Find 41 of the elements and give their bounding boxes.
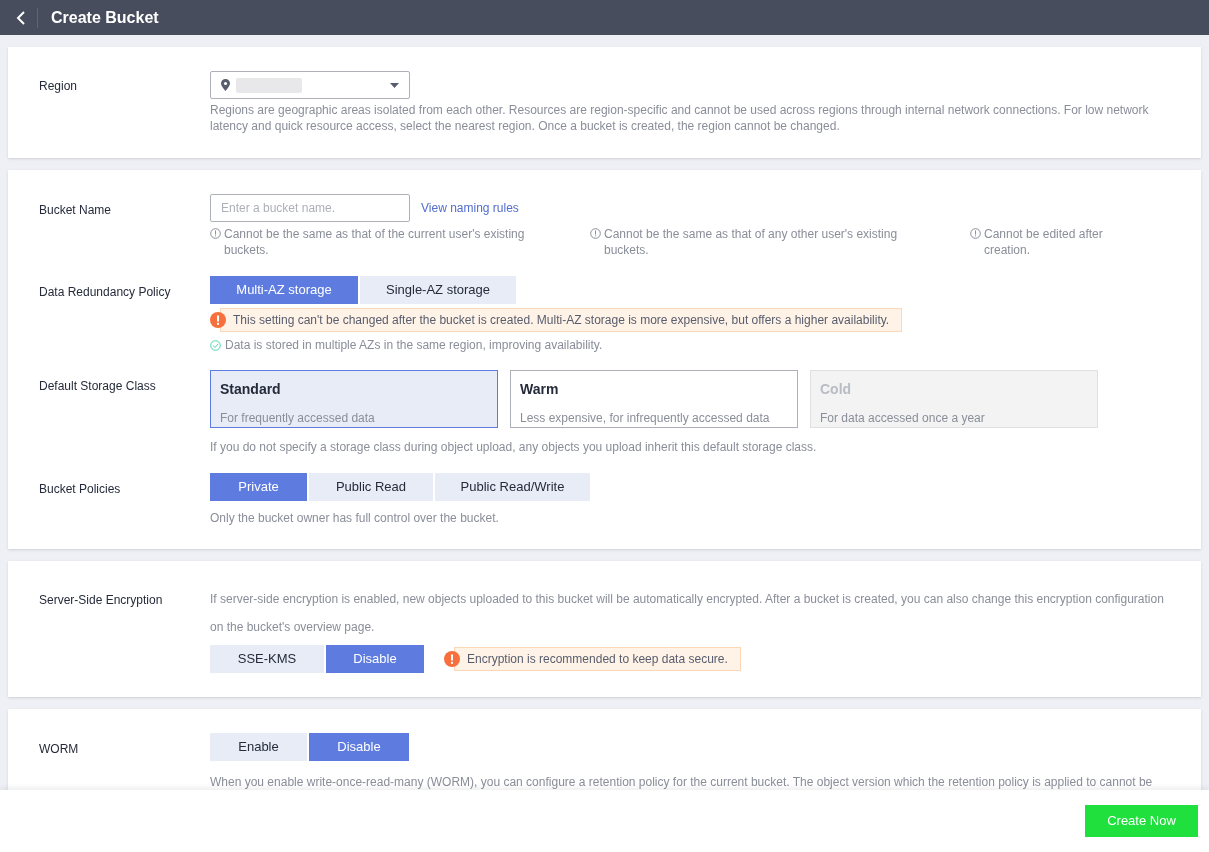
storage-class-card[interactable]: Standard For frequently accessed data — [210, 370, 498, 428]
option-tab[interactable]: Public Read — [309, 473, 433, 501]
info-icon — [590, 228, 601, 239]
field-label: Data Redundancy Policy — [39, 285, 171, 299]
field-label: Default Storage Class — [39, 379, 156, 393]
option-tab[interactable]: Private — [210, 473, 307, 501]
redundancy-note: Data is stored in multiple AZs in the same region, improving availability. — [225, 337, 603, 354]
warning-message: This setting can't be changed after the bucket is created. Multi-AZ storage is more expensive, but offers a higher availability. — [220, 308, 903, 332]
option-tab[interactable]: Public Read/Write — [435, 473, 590, 501]
field-label: WORM — [39, 742, 79, 756]
storage-class-card[interactable]: Warm Less expensive, for infrequently accessed data — [510, 370, 798, 428]
field-label: Bucket Name — [39, 203, 112, 217]
encryption-description: If server-side encryption is enabled, new objects uploaded to this bucket will be automatically encrypted. After a bucket is created, you can also change this encryption configuration on the bucket's overview page. — [210, 591, 1165, 636]
location-pin-icon — [221, 79, 230, 91]
option-tab[interactable]: Disable — [326, 645, 424, 673]
info-icon — [210, 228, 221, 239]
check-circle-icon — [210, 339, 221, 351]
option-tab[interactable]: Enable — [210, 733, 307, 761]
worm-description: When you enable write-once-read-many (WORM), you can configure a retention policy for the current bucket. The object version which the retention policy is applied to cannot be — [210, 774, 1153, 791]
bucket-name-input[interactable]: Enter a bucket name. — [210, 194, 410, 222]
policy-hint: Only the bucket owner has full control over the bucket. — [210, 510, 500, 527]
warning-icon — [444, 651, 460, 667]
field-label: Bucket Policies — [39, 482, 121, 496]
warning-icon — [210, 312, 226, 328]
rule-note: Cannot be the same as that of any other user's existing buckets. — [604, 226, 899, 258]
rule-note: Cannot be edited after creation. — [984, 226, 1104, 258]
option-tab[interactable]: Disable — [309, 733, 409, 761]
option-tab[interactable]: Multi-AZ storage — [210, 276, 358, 304]
field-label: Server-Side Encryption — [39, 593, 163, 607]
region-hint: Regions are geographic areas isolated from each other. Resources are region-specific and cannot be used across regions through internal network connections. For low network latency and quick resource access, select the nearest region. Once a bucket is created, the region cannot be changed. — [210, 102, 1150, 134]
info-icon — [970, 228, 981, 239]
warning-message: Encryption is recommended to keep data secure. — [454, 647, 741, 671]
option-tab[interactable]: Single-AZ storage — [360, 276, 516, 304]
storage-class-hint: If you do not specify a storage class during object upload, any objects you upload inherit this default storage class. — [210, 439, 818, 456]
option-tab[interactable]: SSE-KMS — [210, 645, 324, 673]
naming-rules-link[interactable]: View naming rules — [421, 199, 519, 217]
page-title: Create Bucket — [51, 7, 159, 28]
field-label: Region — [39, 79, 78, 93]
rule-note: Cannot be the same as that of the current user's existing buckets. — [224, 226, 526, 258]
dropdown-caret-icon — [390, 82, 399, 88]
back-icon — [15, 10, 26, 25]
